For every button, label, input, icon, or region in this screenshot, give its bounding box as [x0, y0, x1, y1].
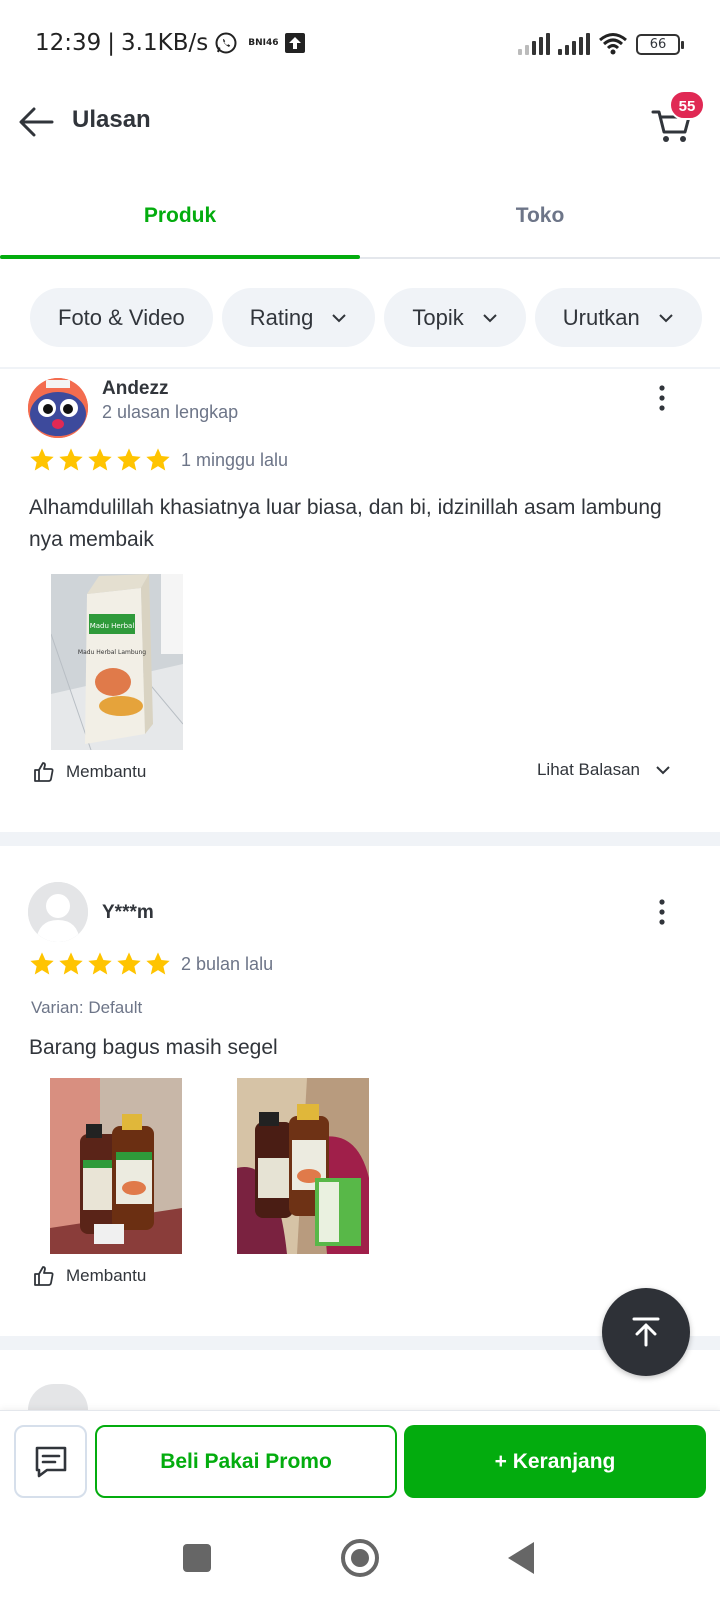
star-icon — [59, 952, 83, 975]
filter-topic-label: Topik — [412, 304, 464, 330]
filter-photo-video[interactable]: Foto & Video — [30, 288, 213, 347]
status-separator: | — [107, 30, 116, 56]
helpful-button[interactable]: Membantu — [32, 1264, 146, 1288]
product-bottles-photo — [237, 1078, 369, 1254]
status-speed: 3.1KB/s — [121, 30, 209, 56]
star-icon — [88, 952, 112, 975]
star-rating: 2 bulan lalu — [28, 950, 273, 978]
divider — [0, 367, 720, 369]
view-replies-label: Lihat Balasan — [536, 760, 640, 779]
star-rating: 1 minggu lalu — [28, 446, 288, 474]
star-icon — [146, 952, 170, 975]
review-card: Andezz 2 ulasan lengkap 1 minggu lalu Al… — [0, 370, 720, 830]
star-icon — [117, 952, 141, 975]
thumbs-up-icon — [34, 1266, 54, 1286]
filter-topic[interactable]: Topik — [384, 288, 526, 347]
view-replies-button[interactable]: Lihat Balasan — [537, 760, 672, 780]
thumbs-up-icon — [34, 762, 54, 782]
battery-icon: 66 — [636, 33, 684, 55]
review-photo[interactable]: Madu Herbal Madu Herbal Lambung — [51, 574, 183, 750]
status-left: 12:39 | 3.1KB/s BNI46 — [35, 30, 306, 56]
status-right: 66 — [518, 32, 684, 56]
review-text: Barang bagus masih segel — [29, 1036, 278, 1059]
chat-button[interactable] — [14, 1425, 87, 1498]
signal-icon-2 — [558, 33, 590, 55]
helpful-label: Membantu — [66, 1266, 147, 1285]
chevron-down-icon — [656, 766, 670, 775]
page-title: Ulasan — [72, 106, 151, 133]
add-to-cart-button[interactable]: + Keranjang — [404, 1425, 706, 1498]
helpful-label: Membantu — [66, 762, 147, 781]
review-time: 2 bulan lalu — [181, 953, 274, 974]
signal-icon — [518, 33, 550, 55]
upload-notification-icon — [285, 33, 306, 53]
reviewer-review-count: 2 ulasan lengkap — [102, 402, 239, 422]
star-icon — [30, 448, 54, 471]
reviewer-name[interactable]: Y***m — [102, 902, 154, 924]
nav-back-icon[interactable] — [508, 1542, 534, 1574]
review-tabs: Produk Toko — [0, 180, 720, 259]
bottom-action-bar: Beli Pakai Promo + Keranjang — [0, 1410, 720, 1514]
review-card: Y***m 2 bulan lalu Varian: Default Baran… — [0, 846, 720, 1336]
chat-icon — [35, 1446, 66, 1477]
avatar[interactable] — [28, 378, 88, 438]
review-time: 1 minggu lalu — [181, 449, 289, 470]
wifi-icon — [599, 33, 627, 55]
default-avatar-icon — [28, 882, 88, 942]
star-icon — [146, 448, 170, 471]
chevron-down-icon — [659, 313, 673, 322]
buy-with-promo-button[interactable]: Beli Pakai Promo — [95, 1425, 397, 1498]
star-icon — [117, 448, 141, 471]
filter-sort-label: Urutkan — [562, 304, 640, 330]
chevron-down-icon — [483, 313, 497, 322]
filter-rating[interactable]: Rating — [221, 288, 376, 347]
back-arrow-icon[interactable] — [14, 100, 58, 144]
review-photo[interactable] — [50, 1078, 182, 1254]
system-nav-bar — [0, 1514, 720, 1600]
scroll-to-top-button[interactable] — [602, 1288, 690, 1376]
avatar[interactable] — [28, 882, 88, 942]
tab-toko[interactable]: Toko — [360, 180, 720, 257]
reviewer-name[interactable]: Andezz — [102, 378, 169, 400]
cart-count-badge: 55 — [669, 90, 705, 120]
whatsapp-icon — [215, 32, 237, 54]
filter-rating-label: Rating — [249, 304, 314, 330]
svg-text:Madu Herbal: Madu Herbal — [90, 622, 135, 630]
star-icon — [88, 448, 112, 471]
arrow-up-icon — [632, 1317, 660, 1347]
review-text: Alhamdulillah khasiatnya luar biasa, dan… — [29, 496, 662, 551]
recent-apps-icon[interactable] — [183, 1544, 211, 1572]
filter-sort[interactable]: Urutkan — [534, 288, 702, 347]
more-options-icon[interactable] — [652, 380, 672, 416]
helpful-button[interactable]: Membantu — [32, 760, 146, 784]
home-icon[interactable] — [341, 1539, 379, 1577]
more-options-icon[interactable] — [652, 894, 672, 930]
tab-produk[interactable]: Produk — [0, 180, 360, 259]
app-header: Ulasan 55 — [0, 90, 720, 170]
status-time: 12:39 — [35, 30, 102, 56]
review-photo[interactable] — [237, 1078, 369, 1254]
status-bar: 12:39 | 3.1KB/s BNI46 66 — [0, 0, 720, 90]
section-divider — [0, 832, 720, 846]
carrier-tag: BNI46 — [248, 38, 279, 48]
star-icon — [59, 448, 83, 471]
product-bottles-photo — [50, 1078, 182, 1254]
avatar-mascot-icon — [28, 378, 88, 438]
chevron-down-icon — [332, 313, 347, 322]
filter-chips: Foto & Video Rating Topik Urutkan — [30, 288, 702, 347]
photo-label: Madu Herbal Lambung — [78, 649, 146, 656]
filter-photo-video-label: Foto & Video — [58, 304, 185, 330]
star-icon — [30, 952, 54, 975]
avatar[interactable] — [28, 1384, 88, 1410]
product-box-photo: Madu Herbal Madu Herbal Lambung — [51, 574, 183, 750]
review-variant: Varian: Default — [31, 998, 143, 1017]
